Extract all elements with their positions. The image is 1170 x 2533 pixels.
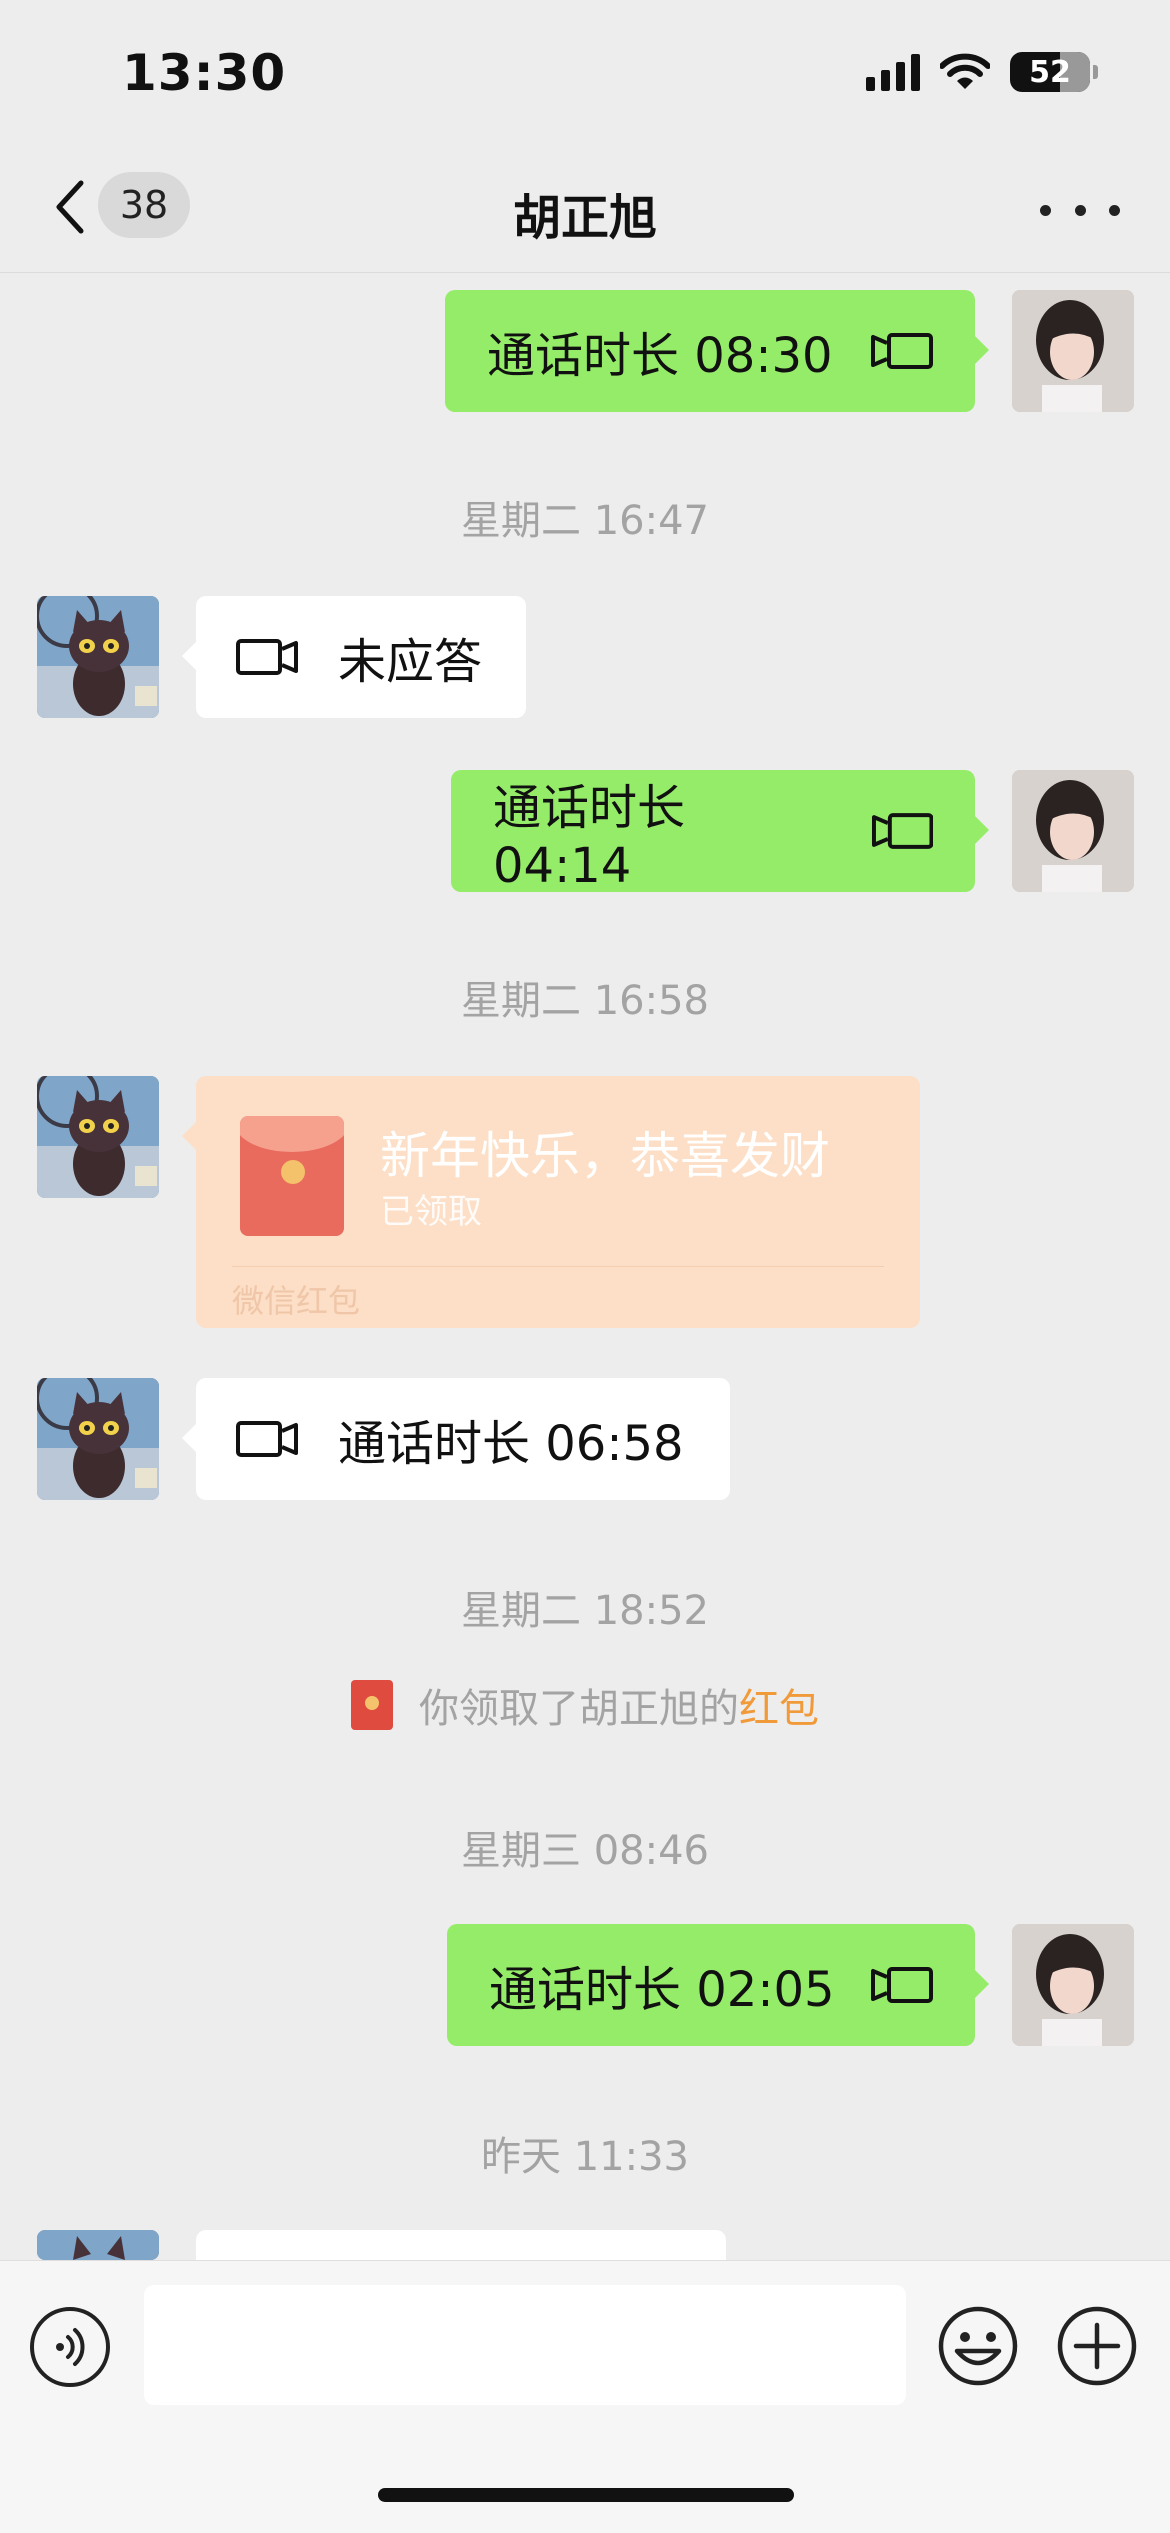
call-duration-text: 通话时长 06:58 <box>338 1416 684 1472</box>
my-avatar[interactable] <box>1012 770 1134 892</box>
missed-call-text: 未应答 <box>338 634 483 690</box>
outgoing-call-record[interactable]: 通话时长 02:05 <box>447 1924 989 2046</box>
video-camera-icon <box>236 639 298 675</box>
outgoing-call-record[interactable]: 通话时长 08:30 <box>445 290 989 412</box>
voice-button[interactable] <box>30 2307 110 2387</box>
video-camera-icon <box>871 1967 933 2003</box>
contact-avatar[interactable] <box>37 1076 159 1198</box>
red-packet-icon <box>351 1680 393 1730</box>
system-notice: 你领取了胡正旭的 红包 <box>0 1676 1170 1734</box>
notice-text: 你领取了胡正旭的 <box>419 1686 739 1732</box>
my-avatar[interactable] <box>1012 290 1134 412</box>
red-packet-divider <box>232 1266 884 1267</box>
red-packet-status: 已领取 <box>380 1192 482 1232</box>
message-timestamp: 昨天 11:33 <box>481 2134 689 2180</box>
chat-header: 38 胡正旭 <box>0 150 1170 273</box>
battery-icon: 52 <box>1010 52 1098 92</box>
more-horizontal-icon <box>1040 204 1051 216</box>
my-avatar[interactable] <box>1012 1924 1134 2046</box>
message-timestamp: 星期二 18:52 <box>461 1588 709 1634</box>
chat-title: 胡正旭 <box>512 190 657 246</box>
status-icons: 52 <box>866 52 1098 92</box>
message-input[interactable] <box>144 2285 906 2405</box>
red-packet-message[interactable]: 新年快乐，恭喜发财 已领取 微信红包 <box>182 1076 920 1328</box>
cellular-signal-icon <box>866 53 920 91</box>
red-packet-label: 微信红包 <box>232 1282 361 1320</box>
contact-avatar[interactable] <box>37 596 159 718</box>
home-indicator[interactable] <box>378 2488 794 2502</box>
video-camera-icon <box>871 813 933 849</box>
plus-circle-icon[interactable] <box>1056 2305 1138 2387</box>
red-packet-link[interactable]: 红包 <box>739 1676 819 1734</box>
message-timestamp: 星期二 16:58 <box>461 978 709 1024</box>
smiley-icon[interactable] <box>937 2305 1019 2387</box>
red-packet-icon <box>240 1116 344 1236</box>
message-bubble[interactable] <box>196 2230 726 2260</box>
video-camera-icon <box>236 1421 298 1457</box>
status-bar: 13:30 52 <box>0 0 1170 150</box>
wifi-icon <box>940 53 990 89</box>
more-button[interactable] <box>1040 180 1120 240</box>
call-duration-text: 通话时长 04:14 <box>493 780 686 894</box>
incoming-call-record[interactable]: 通话时长 06:58 <box>182 1378 730 1500</box>
message-timestamp: 星期三 08:46 <box>461 1828 709 1874</box>
contact-avatar[interactable] <box>37 1378 159 1500</box>
status-time: 13:30 <box>122 44 287 102</box>
call-duration-text: 通话时长 02:05 <box>489 1962 835 2018</box>
outgoing-call-record[interactable]: 通话时长 04:14 <box>451 770 989 894</box>
voice-icon <box>56 2328 85 2366</box>
incoming-call-record[interactable]: 未应答 <box>182 596 526 718</box>
battery-level: 52 <box>1029 54 1071 90</box>
message-timestamp: 星期二 16:47 <box>461 498 709 544</box>
red-packet-greeting: 新年快乐，恭喜发财 <box>380 1127 830 1185</box>
video-camera-icon <box>871 333 933 369</box>
call-duration-text: 通话时长 08:30 <box>487 328 833 384</box>
contact-avatar[interactable] <box>37 2230 159 2260</box>
